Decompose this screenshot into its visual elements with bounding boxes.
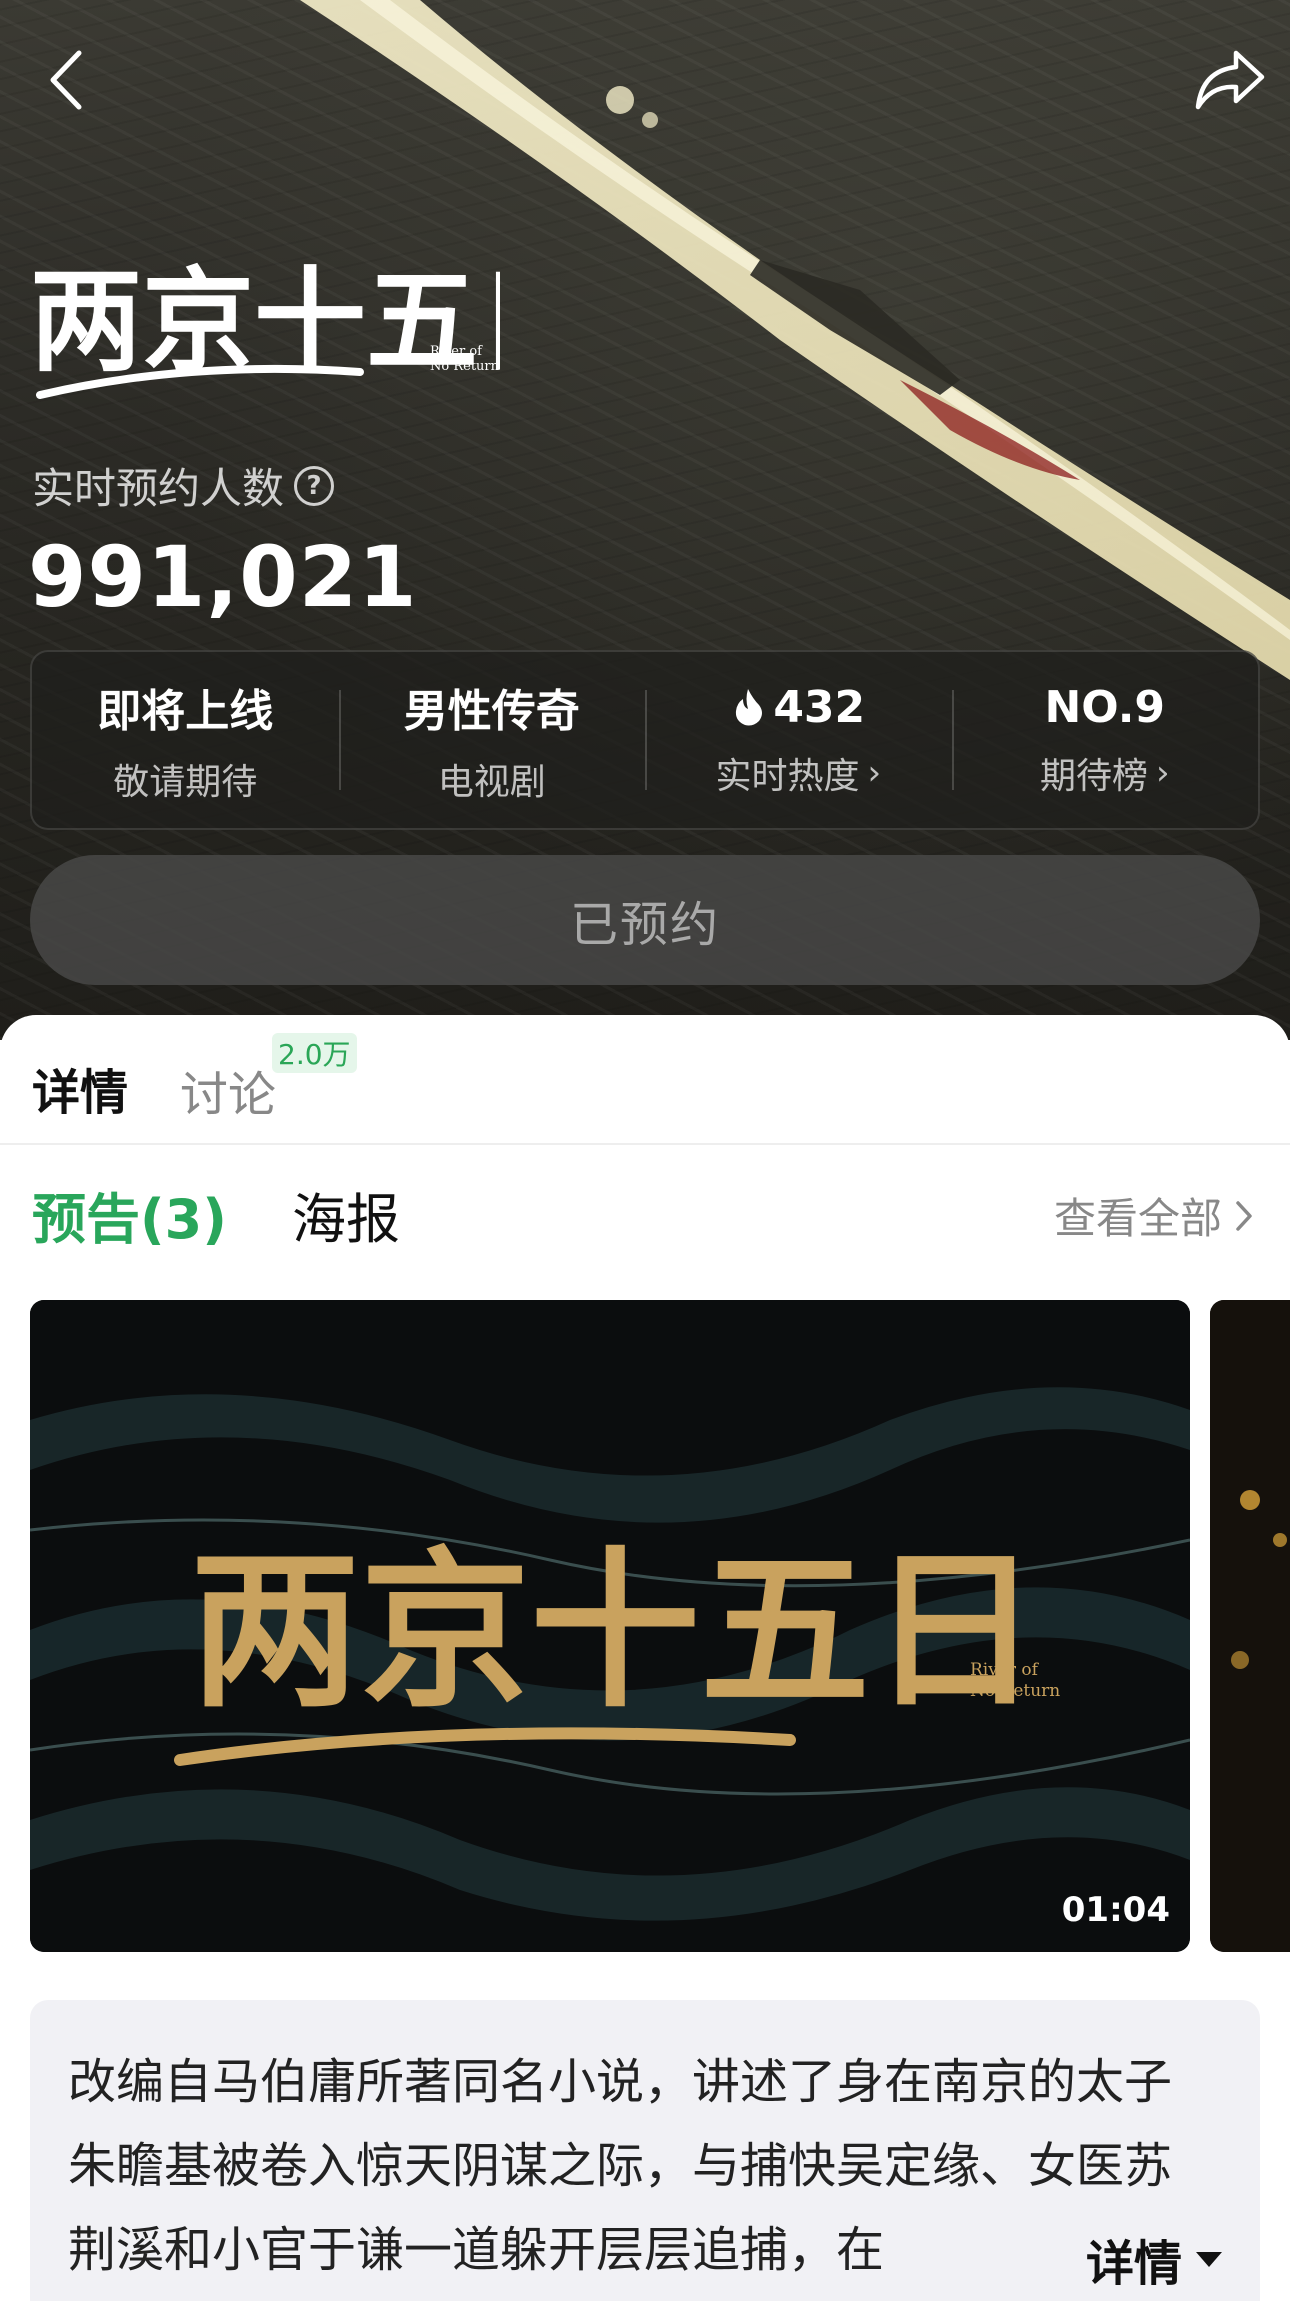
stat-ranking[interactable]: NO.9 期待榜 › bbox=[951, 680, 1259, 800]
stat-release-status: 即将上线 敬请期待 bbox=[97, 686, 274, 803]
trailer-video-card-next[interactable] bbox=[1210, 1300, 1290, 1952]
chevron-right-icon bbox=[1236, 1200, 1252, 1231]
media-header: 预告(3) 海报 查看全部 bbox=[0, 1175, 1290, 1255]
video-duration: 01:04 bbox=[1061, 1890, 1170, 1930]
synopsis-more-button[interactable]: 详情 bbox=[1005, 2217, 1224, 2301]
stats-panel: 即将上线 敬请期待 男性传奇 电视剧 432 实时热度 › NO.9 期待榜 › bbox=[30, 650, 1260, 830]
help-icon[interactable]: ? bbox=[294, 465, 335, 506]
svg-text:River of: River of bbox=[970, 1660, 1040, 1680]
share-button[interactable] bbox=[1190, 40, 1270, 120]
content-sheet: 详情 讨论 2.0万 预告(3) 海报 查看全部 两京十五日 River of … bbox=[0, 1015, 1290, 2301]
svg-text:River of: River of bbox=[430, 344, 483, 359]
content-tabs: 详情 讨论 2.0万 bbox=[0, 1015, 1290, 1145]
svg-text:No Return: No Return bbox=[430, 359, 500, 374]
arrow-left-icon bbox=[50, 50, 82, 110]
trailer-thumbnail: 两京十五日 River of No Return bbox=[30, 1300, 1190, 1952]
reservation-count: 991,021 bbox=[28, 528, 418, 626]
tab-detail[interactable]: 详情 bbox=[32, 1053, 128, 1123]
flame-icon bbox=[736, 689, 763, 726]
tab-posters[interactable]: 海报 bbox=[292, 1175, 400, 1254]
reserved-button[interactable]: 已预约 bbox=[30, 855, 1260, 985]
tab-trailers[interactable]: 预告(3) bbox=[32, 1175, 227, 1254]
trailer-video-card[interactable]: 两京十五日 River of No Return 01:04 bbox=[30, 1300, 1190, 1952]
stat-genre: 男性传奇 电视剧 bbox=[338, 680, 646, 803]
trailer-thumbnail-next bbox=[1210, 1300, 1290, 1952]
share-icon bbox=[1195, 50, 1265, 110]
stat-heat[interactable]: 432 实时热度 › bbox=[645, 680, 952, 800]
view-all-link[interactable]: 查看全部 bbox=[1054, 1185, 1254, 1246]
tab-discuss[interactable]: 讨论 bbox=[180, 1055, 276, 1125]
title-logo: 两京十五日 River of No Return bbox=[30, 256, 500, 399]
trailer-logo-text: 两京十五日 bbox=[190, 1531, 1040, 1731]
reservation-label: 实时预约人数 ? bbox=[32, 455, 335, 516]
back-button[interactable] bbox=[26, 40, 106, 120]
caret-down-icon bbox=[1196, 2252, 1222, 2267]
discuss-count-badge: 2.0万 bbox=[272, 1033, 357, 1073]
hero-banner: 两京十五日 River of No Return 实时预约人数 ? 991,02… bbox=[0, 0, 1290, 1040]
chevron-right-icon: › bbox=[1155, 752, 1170, 793]
svg-text:No Return: No Return bbox=[970, 1681, 1060, 1701]
synopsis-box: 改编自马伯庸所著同名小说，讲述了身在南京的太子朱瞻基被卷入惊天阴谋之际，与捕快吴… bbox=[30, 2000, 1260, 2301]
chevron-right-icon: › bbox=[867, 752, 882, 793]
